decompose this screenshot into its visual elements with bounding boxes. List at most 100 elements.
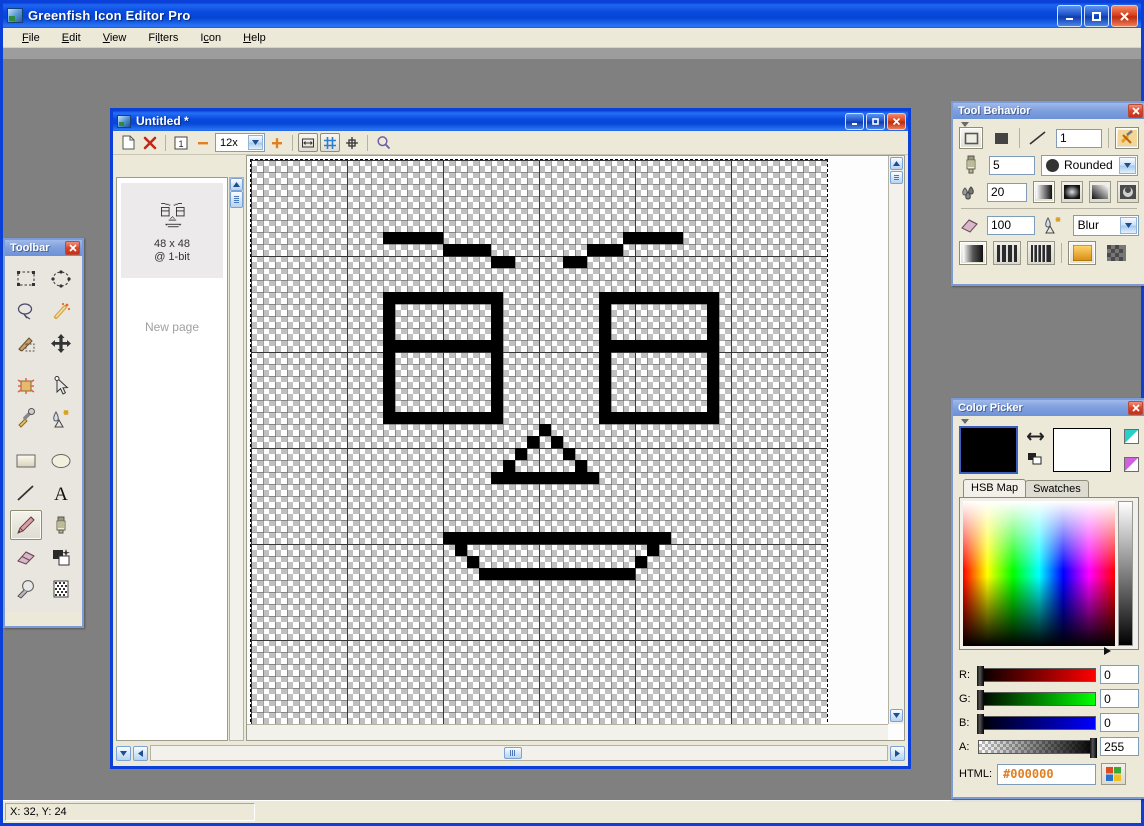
gradient-tool[interactable] — [10, 574, 42, 604]
effect-chevron-down-icon[interactable] — [1120, 216, 1137, 234]
hsb-map[interactable] — [963, 501, 1115, 646]
alpha-knob[interactable] — [1090, 737, 1098, 758]
canvas-scroll-down-icon[interactable] — [890, 709, 903, 722]
color-collapse-triangle-icon[interactable] — [961, 419, 969, 424]
magnifier-icon[interactable] — [373, 133, 393, 152]
eraser-strength-field[interactable]: 100 — [987, 215, 1035, 235]
brush-icon[interactable] — [959, 154, 983, 176]
pattern-stripes-icon[interactable] — [1027, 241, 1055, 265]
text-tool[interactable]: A — [45, 478, 77, 508]
pattern-tool[interactable] — [45, 574, 77, 604]
style-gold-icon[interactable] — [1068, 241, 1096, 265]
eraser-icon[interactable] — [959, 214, 981, 236]
crop-tool[interactable] — [10, 371, 42, 401]
lasso-select-tool[interactable] — [10, 296, 42, 326]
layers-tool[interactable] — [45, 542, 77, 572]
scroll-up-icon[interactable] — [230, 178, 243, 191]
eraser-tool[interactable] — [10, 542, 42, 572]
menu-view[interactable]: View — [92, 30, 138, 46]
channel-knob-b[interactable] — [977, 713, 985, 734]
ellipse-tool[interactable] — [45, 446, 77, 476]
menu-icon[interactable]: Icon — [189, 30, 232, 46]
channel-value-b[interactable]: 0 — [1100, 713, 1139, 732]
document-maximize-button[interactable] — [866, 113, 885, 130]
gradient-radial-icon[interactable] — [1060, 181, 1083, 203]
canvas-scroll-container[interactable] — [247, 156, 888, 724]
brush-shape-combo[interactable]: Rounded — [1041, 154, 1138, 176]
channel-knob-r[interactable] — [977, 665, 985, 686]
canvas-scroll-up-icon[interactable] — [890, 157, 903, 170]
html-color-field[interactable]: #000000 — [997, 763, 1096, 785]
color-picker-tool-icon[interactable] — [1115, 127, 1139, 149]
pattern-bars-icon[interactable] — [993, 241, 1021, 265]
canvas-scroll-left-icon[interactable] — [133, 745, 148, 761]
menu-file[interactable]: File — [11, 30, 51, 46]
tab-hsb-map[interactable]: HSB Map — [963, 479, 1027, 497]
brush-shape-chevron-down-icon[interactable] — [1119, 156, 1136, 174]
new-page-icon[interactable] — [118, 133, 138, 152]
windows-palette-icon[interactable] — [1101, 763, 1126, 785]
channel-slider-b[interactable] — [977, 713, 1097, 734]
brightness-bar[interactable] — [1118, 501, 1133, 646]
document-close-button[interactable] — [887, 113, 906, 130]
magic-wand-tool[interactable] — [45, 296, 77, 326]
pencil-tool[interactable] — [10, 510, 42, 540]
fill-bucket-icon[interactable] — [959, 181, 981, 203]
rect-select-tool[interactable] — [10, 264, 42, 294]
pages-scroll-thumb[interactable] — [230, 191, 243, 208]
tab-swatches[interactable]: Swatches — [1025, 480, 1089, 497]
line-icon[interactable] — [1026, 127, 1050, 149]
move-tool[interactable] — [45, 328, 77, 358]
center-icon[interactable] — [342, 133, 362, 152]
channel-value-g[interactable]: 0 — [1100, 689, 1139, 708]
canvas-scroll-right-icon[interactable] — [890, 745, 905, 761]
new-page-placeholder[interactable]: New page — [117, 320, 227, 334]
toolbar-palette-close-icon[interactable] — [65, 241, 80, 255]
minimize-button[interactable] — [1057, 5, 1082, 27]
canvas-horizontal-scrollbar-strip[interactable] — [247, 724, 888, 740]
channel-value-r[interactable]: 0 — [1100, 665, 1139, 684]
canvas-vertical-scroll-thumb[interactable] — [890, 171, 903, 184]
maximize-button[interactable] — [1084, 5, 1109, 27]
pointer-tool[interactable] — [45, 371, 77, 401]
gradient-spiral-icon[interactable] — [1116, 181, 1140, 203]
rectangle-outline-icon[interactable] — [959, 127, 983, 149]
pages-panel[interactable]: 48 x 48 @ 1-bit New page — [116, 177, 228, 741]
effect-drop-icon[interactable] — [1041, 214, 1067, 236]
effect-combo[interactable]: Blur — [1072, 214, 1139, 236]
gradient-linear-icon[interactable] — [1032, 181, 1055, 203]
channel-knob-g[interactable] — [977, 689, 985, 710]
pages-scrollbar[interactable] — [229, 177, 244, 741]
rectangle-tool[interactable] — [10, 446, 42, 476]
fit-width-icon[interactable] — [298, 133, 318, 152]
page-thumbnail-item[interactable]: 48 x 48 @ 1-bit — [121, 183, 223, 278]
menu-help[interactable]: Help — [232, 30, 277, 46]
swap-colors-icon[interactable] — [1026, 431, 1044, 445]
alpha-value[interactable]: 255 — [1100, 737, 1139, 756]
zoom-level-combo[interactable]: 12x — [215, 133, 265, 152]
foreground-color-swatch[interactable] — [959, 426, 1018, 474]
actual-size-icon[interactable]: 1 — [171, 133, 191, 152]
document-minimize-button[interactable] — [845, 113, 864, 130]
pages-scroll-down-icon[interactable] — [116, 745, 131, 761]
canvas-vertical-scrollbar[interactable] — [888, 156, 904, 724]
pixel-canvas[interactable] — [250, 159, 828, 724]
effects-tool[interactable] — [45, 403, 77, 433]
canvas-viewport[interactable] — [246, 155, 905, 741]
style-checker-icon[interactable] — [1102, 241, 1130, 265]
gradient-diagonal-icon[interactable] — [1088, 181, 1111, 203]
menu-filters[interactable]: Filters — [137, 30, 189, 46]
line-width-field[interactable]: 1 — [1056, 128, 1102, 148]
brush-size-field[interactable]: 5 — [989, 155, 1035, 175]
zoom-in-icon[interactable] — [267, 133, 287, 152]
zoom-out-icon[interactable] — [193, 133, 213, 152]
pattern-smooth-icon[interactable] — [959, 241, 987, 265]
grid-icon[interactable] — [320, 133, 340, 152]
channel-slider-r[interactable] — [977, 665, 1097, 686]
fill-tool[interactable] — [45, 510, 77, 540]
chevron-down-icon[interactable] — [248, 135, 263, 150]
pattern-gradient-icon[interactable] — [1124, 456, 1139, 472]
reset-colors-icon[interactable] — [1027, 452, 1043, 469]
alpha-gradient-icon[interactable] — [1124, 428, 1139, 444]
menu-edit[interactable]: Edit — [51, 30, 92, 46]
